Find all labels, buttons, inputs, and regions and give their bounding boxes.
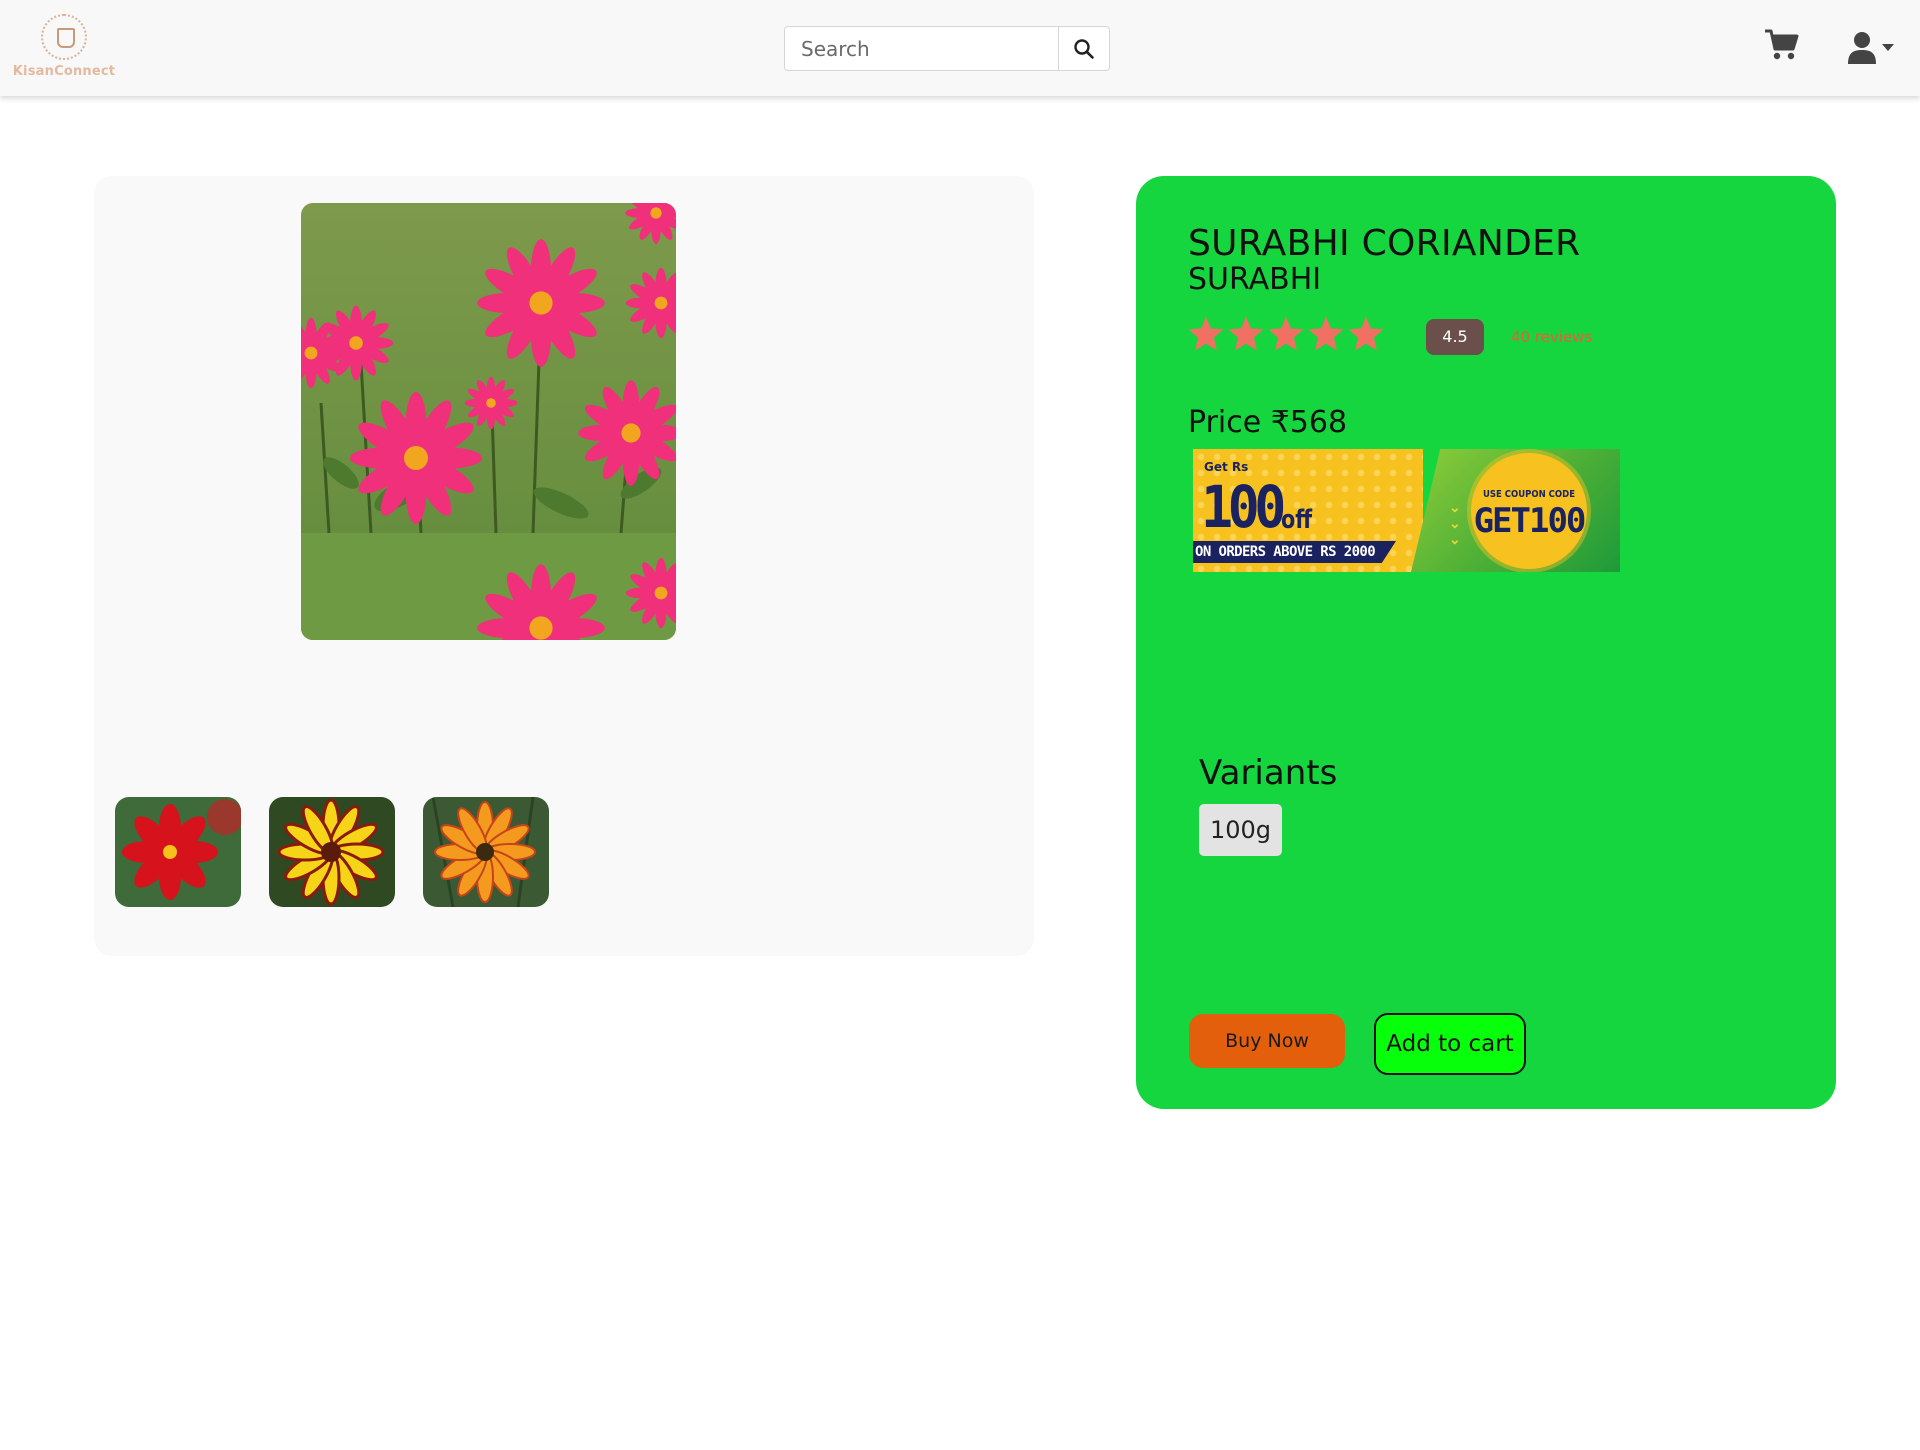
coupon-code: GET100 [1473, 501, 1587, 541]
product-details-card: SURABHI CORIANDER SURABHI 4.5 40 reviews… [1136, 176, 1836, 1109]
add-to-cart-button[interactable]: Add to cart [1374, 1013, 1526, 1075]
chevrons-icon: ⌄ ⌄ ⌄ [1449, 499, 1461, 547]
thumbnail-2[interactable] [269, 797, 395, 907]
navbar: KisanConnect [0, 0, 1920, 96]
thumbnail-3[interactable] [423, 797, 549, 907]
product-price: Price ₹568 [1188, 405, 1348, 440]
thumbnail-1[interactable] [115, 797, 241, 907]
product-gallery [94, 176, 1034, 956]
cart-icon [1765, 29, 1799, 60]
search-input[interactable] [784, 26, 1059, 71]
search-icon [1074, 38, 1094, 59]
variants-title: Variants [1199, 753, 1338, 793]
search-bar [784, 26, 1110, 71]
coupon-banner: Get Rs 100 off ON ORDERS ABOVE RS 2000 ⌄… [1193, 449, 1620, 572]
coupon-use-text: USE COUPON CODE [1482, 489, 1576, 500]
coupon-off-text: off [1281, 505, 1313, 535]
star-icon [1188, 316, 1224, 351]
search-button[interactable] [1059, 26, 1110, 71]
cart-button[interactable] [1764, 28, 1804, 68]
product-brand: SURABHI [1188, 262, 1322, 297]
star-icon [1228, 316, 1264, 351]
user-menu-button[interactable] [1848, 28, 1896, 68]
star-icon [1348, 316, 1384, 351]
coupon-code-badge: USE COUPON CODE GET100 [1471, 453, 1587, 569]
brand-name: KisanConnect [12, 64, 116, 79]
coupon-condition: ON ORDERS ABOVE RS 2000 [1193, 541, 1396, 563]
logo-emblem-icon [41, 14, 87, 60]
brand-logo[interactable]: KisanConnect [12, 14, 116, 84]
reviews-link[interactable]: 40 reviews [1511, 328, 1592, 346]
star-rating [1186, 314, 1386, 354]
user-icon [1848, 32, 1876, 64]
rating-badge: 4.5 [1426, 319, 1484, 355]
coupon-amount: 100 [1201, 473, 1286, 541]
buy-now-button[interactable]: Buy Now [1189, 1014, 1345, 1068]
variant-option[interactable]: 100g [1199, 804, 1282, 856]
caret-down-icon [1882, 44, 1894, 51]
main-product-image[interactable] [301, 203, 676, 640]
star-icon [1268, 316, 1304, 351]
product-name: SURABHI CORIANDER [1188, 223, 1581, 264]
star-icon [1308, 316, 1344, 351]
coupon-get-text: Get Rs [1204, 460, 1249, 474]
